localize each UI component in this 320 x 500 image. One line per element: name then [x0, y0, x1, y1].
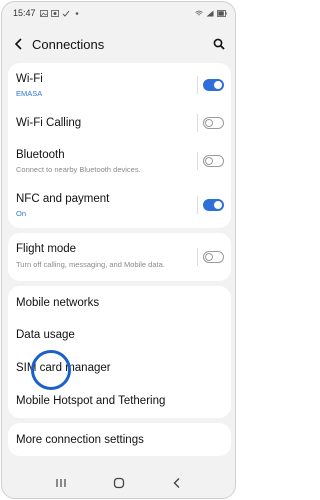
data-usage-label: Data usage: [16, 329, 75, 341]
back-arrow-icon[interactable]: [14, 38, 24, 50]
row-divider: [197, 248, 198, 266]
connections-card-main: Wi-Fi EMASA Wi-Fi Calling Bluetooth Conn…: [8, 63, 231, 228]
notification-icons: [39, 9, 81, 17]
data-usage-row[interactable]: Data usage: [8, 319, 231, 352]
image-icon: [39, 9, 48, 17]
wifi-calling-toggle[interactable]: [203, 117, 224, 129]
nfc-row[interactable]: NFC and payment On: [8, 182, 231, 228]
flight-mode-label: Flight mode: [16, 243, 77, 255]
system-icons: [195, 9, 227, 17]
check-icon: [62, 10, 69, 17]
toggle-knob: [214, 201, 222, 209]
wifi-calling-label: Wi-Fi Calling: [16, 117, 82, 129]
flight-mode-description: Turn off calling, messaging, and Mobile …: [16, 260, 165, 269]
more-connection-settings-row[interactable]: More connection settings: [8, 423, 231, 456]
status-bar: 15:47: [2, 2, 235, 24]
dot-icon: [75, 11, 78, 15]
navigation-bar: [2, 468, 235, 498]
bluetooth-label: Bluetooth: [16, 149, 65, 161]
bluetooth-toggle[interactable]: [203, 155, 224, 167]
mobile-networks-row[interactable]: Mobile networks: [8, 286, 231, 319]
photo-icon: [50, 9, 59, 17]
highlight-ring: [31, 350, 71, 390]
nav-back-icon[interactable]: [172, 477, 182, 489]
toggle-knob: [214, 81, 222, 89]
app-header: Connections: [2, 29, 235, 59]
wifi-label: Wi-Fi: [16, 73, 43, 85]
wifi-row[interactable]: Wi-Fi EMASA: [8, 63, 231, 106]
flight-mode-row[interactable]: Flight mode Turn off calling, messaging,…: [8, 233, 231, 281]
battery-icon: [217, 9, 227, 17]
flight-mode-card: Flight mode Turn off calling, messaging,…: [8, 233, 231, 281]
wifi-toggle[interactable]: [203, 79, 224, 91]
status-time: 15:47: [13, 8, 36, 18]
mobile-networks-label: Mobile networks: [16, 297, 100, 309]
home-icon[interactable]: [113, 477, 125, 489]
wifi-network-name: EMASA: [16, 89, 43, 98]
toggle-knob: [205, 253, 213, 261]
phone-screen: 15:47 Connections Wi-Fi EMASA Wi-Fi Call…: [1, 1, 236, 499]
toggle-knob: [205, 119, 213, 127]
toggle-knob: [205, 157, 213, 165]
row-divider: [197, 152, 198, 170]
more-connection-settings-label: More connection settings: [16, 434, 144, 446]
flight-mode-toggle[interactable]: [203, 251, 224, 263]
wifi-calling-row[interactable]: Wi-Fi Calling: [8, 106, 231, 138]
page-title: Connections: [32, 36, 105, 52]
hotspot-label: Mobile Hotspot and Tethering: [16, 395, 166, 407]
bluetooth-description: Connect to nearby Bluetooth devices.: [16, 165, 141, 174]
row-divider: [197, 114, 198, 132]
recent-apps-icon[interactable]: [55, 478, 67, 488]
cellular-signal-icon: [206, 10, 214, 16]
more-settings-card: More connection settings: [8, 423, 231, 456]
nfc-label: NFC and payment: [16, 193, 110, 205]
search-icon[interactable]: [213, 38, 225, 50]
bluetooth-row[interactable]: Bluetooth Connect to nearby Bluetooth de…: [8, 138, 231, 182]
row-divider: [197, 196, 198, 214]
wifi-signal-icon: [195, 10, 203, 15]
nfc-status: On: [16, 209, 27, 218]
nfc-toggle[interactable]: [203, 199, 224, 211]
hotspot-row[interactable]: Mobile Hotspot and Tethering: [8, 385, 231, 418]
row-divider: [197, 76, 198, 94]
